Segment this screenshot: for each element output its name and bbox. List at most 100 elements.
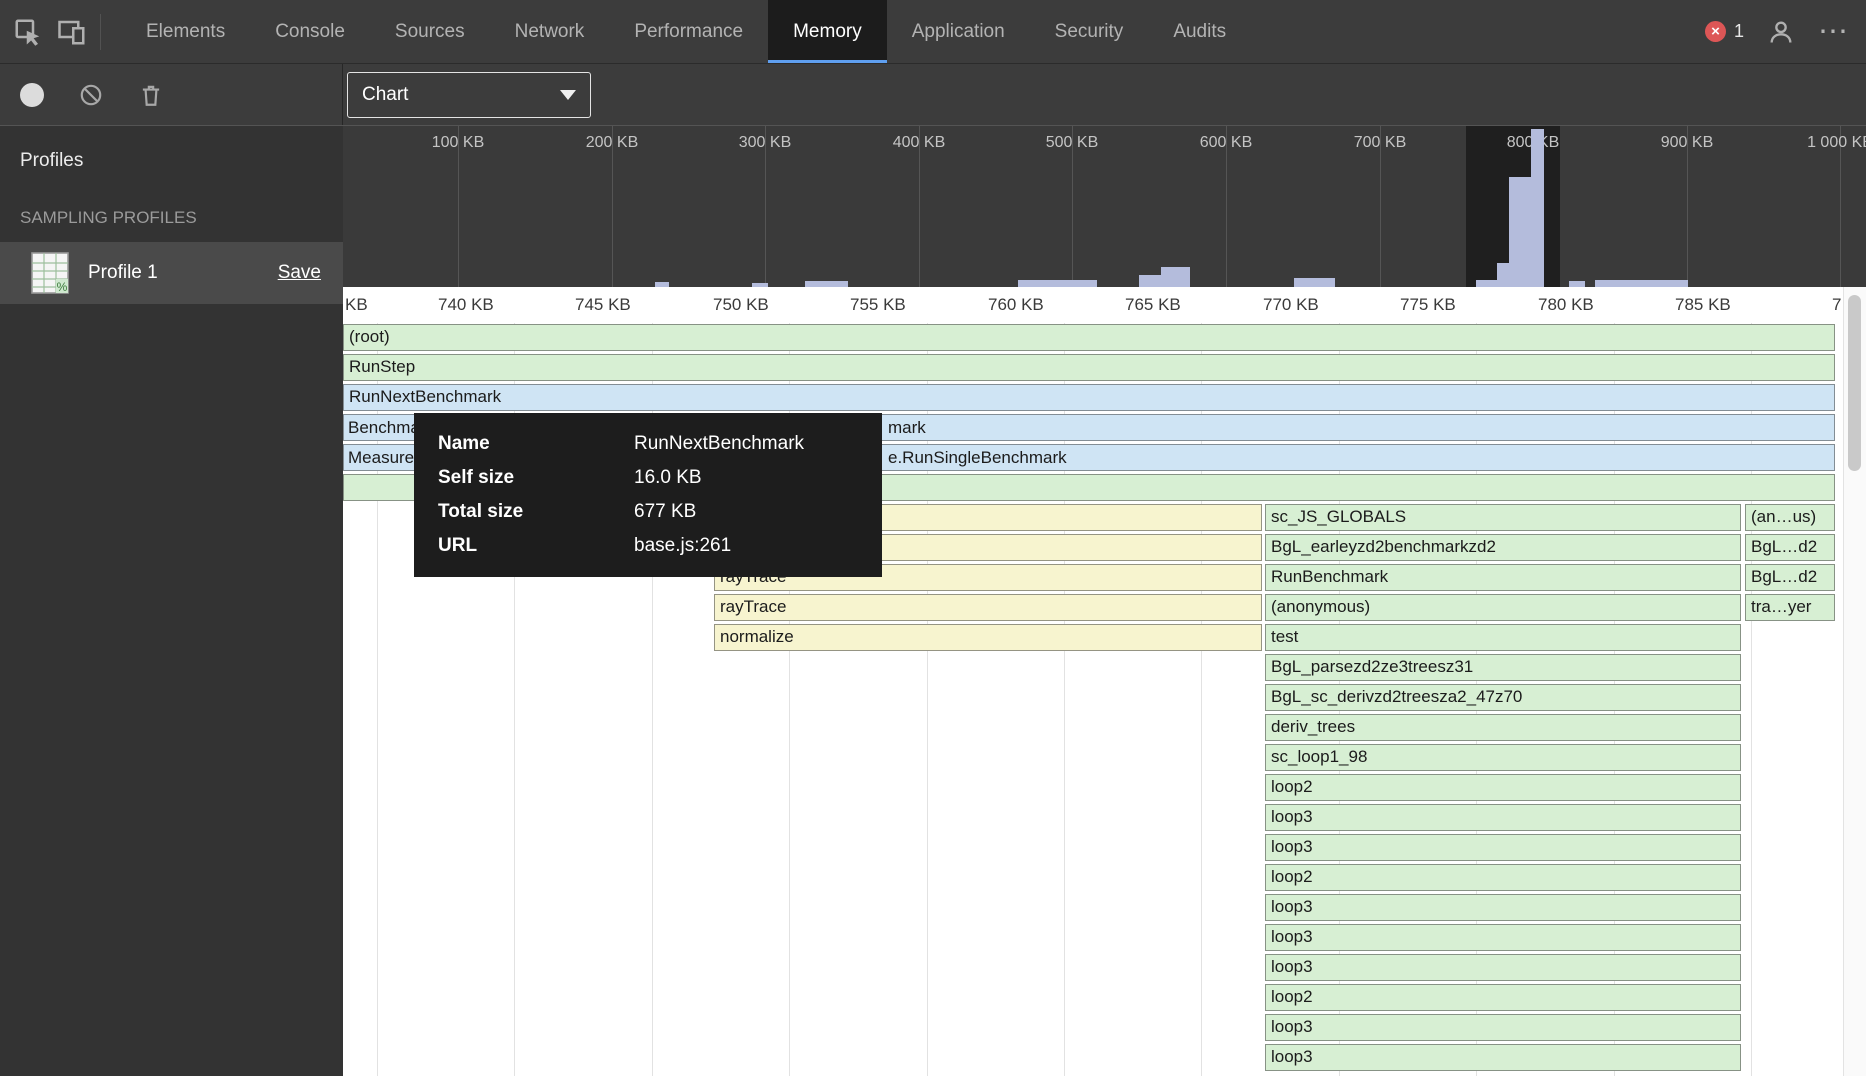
scrollbar-thumb[interactable] [1848,295,1861,471]
flame-row: loop3 [343,803,1843,833]
flame-frame[interactable]: BgL_earleyzd2benchmarkzd2 [1265,534,1741,561]
flame-frame[interactable]: RunStep [343,354,1835,381]
vertical-scrollbar[interactable] [1843,287,1866,1076]
flame-row: RunStep [343,353,1843,383]
flame-frame[interactable]: loop3 [1265,954,1741,981]
overview-tick-label: 100 KB [432,134,484,152]
memory-histogram-bar [1139,275,1161,287]
memory-histogram-bar [1018,280,1097,287]
flame-frame[interactable]: (root) [343,324,1835,351]
flame-frame[interactable]: (an…us) [1745,504,1835,531]
tooltip-label: Self size [438,461,634,495]
ruler-tick-label: 755 KB [850,295,906,315]
tooltip-value: 16.0 KB [634,461,858,495]
view-mode-value: Chart [362,84,408,106]
memory-histogram-bar [805,281,848,287]
flame-label-fragment: e.RunSingleBenchmark [888,444,1067,471]
user-icon[interactable] [1764,6,1798,58]
inspect-element-icon[interactable] [6,6,50,58]
flame-frame[interactable]: sc_JS_GLOBALS [1265,504,1741,531]
flame-frame[interactable]: BgL_sc_derivzd2treesza2_47z70 [1265,684,1741,711]
flame-frame[interactable]: BgL…d2 [1745,534,1835,561]
flame-frame[interactable]: rayTrace [714,594,1262,621]
flame-row: normalizetest [343,623,1843,653]
flame-row: sc_loop1_98 [343,743,1843,773]
tab-application[interactable]: Application [887,0,1030,63]
tab-sources[interactable]: Sources [370,0,490,63]
flame-row: loop3 [343,893,1843,923]
memory-overview[interactable]: 100 KB200 KB300 KB400 KB500 KB600 KB700 … [343,126,1866,287]
flame-row: (root) [343,323,1843,353]
flame-frame[interactable]: loop2 [1265,984,1741,1011]
flame-frame[interactable]: deriv_trees [1265,714,1741,741]
flame-frame[interactable]: loop2 [1265,864,1741,891]
tab-security[interactable]: Security [1030,0,1149,63]
flame-row: loop3 [343,923,1843,953]
ruler-tick-label: 750 KB [713,295,769,315]
overview-tick-label: 700 KB [1354,134,1406,152]
flame-row: BgL_sc_derivzd2treesza2_47z70 [343,683,1843,713]
flame-frame[interactable]: RunNextBenchmark [343,384,1835,411]
tooltip: NameRunNextBenchmarkSelf size16.0 KBTota… [414,413,882,577]
save-profile-link[interactable]: Save [278,262,321,284]
record-button[interactable] [20,83,44,107]
ruler-tick-label: 775 KB [1400,295,1456,315]
tab-elements[interactable]: Elements [121,0,250,63]
tab-memory[interactable]: Memory [768,0,887,63]
memory-histogram-bar [655,282,669,287]
flame-label-fragment: mark [888,414,926,441]
memory-histogram-bar [1476,280,1497,287]
chevron-down-icon [560,90,576,100]
flame-row: loop2 [343,773,1843,803]
tooltip-label: Total size [438,495,634,529]
profile-name: Profile 1 [88,262,158,284]
flame-row: loop3 [343,1043,1843,1073]
overview-tick-label: 300 KB [739,134,791,152]
flame-row: loop3 [343,833,1843,863]
sampling-profiles-section-label: SAMPLING PROFILES [0,208,343,228]
flame-frame[interactable]: loop3 [1265,834,1741,861]
memory-histogram-bar [1161,267,1190,287]
ruler-tick-label: KB [345,295,368,315]
memory-histogram-bar [1595,280,1688,287]
flame-frame[interactable]: test [1265,624,1741,651]
more-options-icon[interactable]: ⋯ [1818,17,1848,47]
flame-frame[interactable]: loop3 [1265,894,1741,921]
flame-row: loop2 [343,863,1843,893]
tab-audits[interactable]: Audits [1148,0,1251,63]
flame-frame[interactable]: loop3 [1265,1044,1741,1071]
svg-text:%: % [57,280,68,294]
clear-button[interactable] [78,82,104,108]
delete-profile-button[interactable] [138,82,164,108]
flame-row: BgL_parsezd2ze3treesz31 [343,653,1843,683]
sidebar-item-profile-1[interactable]: % Profile 1 Save [0,242,343,304]
tooltip-label: URL [438,529,634,563]
ruler: KB740 KB745 KB750 KB755 KB760 KB765 KB77… [343,287,1843,323]
tab-network[interactable]: Network [490,0,610,63]
devtools-tabs: ElementsConsoleSourcesNetworkPerformance… [121,0,1251,63]
flame-frame[interactable]: RunBenchmark [1265,564,1741,591]
flame-frame[interactable]: loop3 [1265,1014,1741,1041]
chart-controls: Chart [343,64,1866,125]
memory-histogram-bar [1531,129,1544,287]
flame-frame[interactable]: tra…yer [1745,594,1835,621]
tab-performance[interactable]: Performance [609,0,768,63]
flame-label-fragment: Measure [348,444,414,471]
error-badge[interactable]: × 1 [1705,21,1744,42]
memory-histogram-bar [1497,263,1509,287]
view-mode-select[interactable]: Chart [347,72,591,118]
device-toolbar-icon[interactable] [50,6,94,58]
memory-histogram-bar [752,283,768,287]
flame-frame[interactable]: sc_loop1_98 [1265,744,1741,771]
sidebar-title: Profiles [0,126,343,172]
flame-frame[interactable]: normalize [714,624,1262,651]
flame-frame[interactable]: loop2 [1265,774,1741,801]
flame-frame[interactable]: loop3 [1265,804,1741,831]
flame-frame[interactable]: loop3 [1265,924,1741,951]
tab-console[interactable]: Console [250,0,370,63]
panel-content: Profiles SAMPLING PROFILES % P [0,126,1866,1076]
flame-frame[interactable]: BgL_parsezd2ze3treesz31 [1265,654,1741,681]
flame-frame[interactable]: (anonymous) [1265,594,1741,621]
flame-frame[interactable]: BgL…d2 [1745,564,1835,591]
flame-row: deriv_trees [343,713,1843,743]
